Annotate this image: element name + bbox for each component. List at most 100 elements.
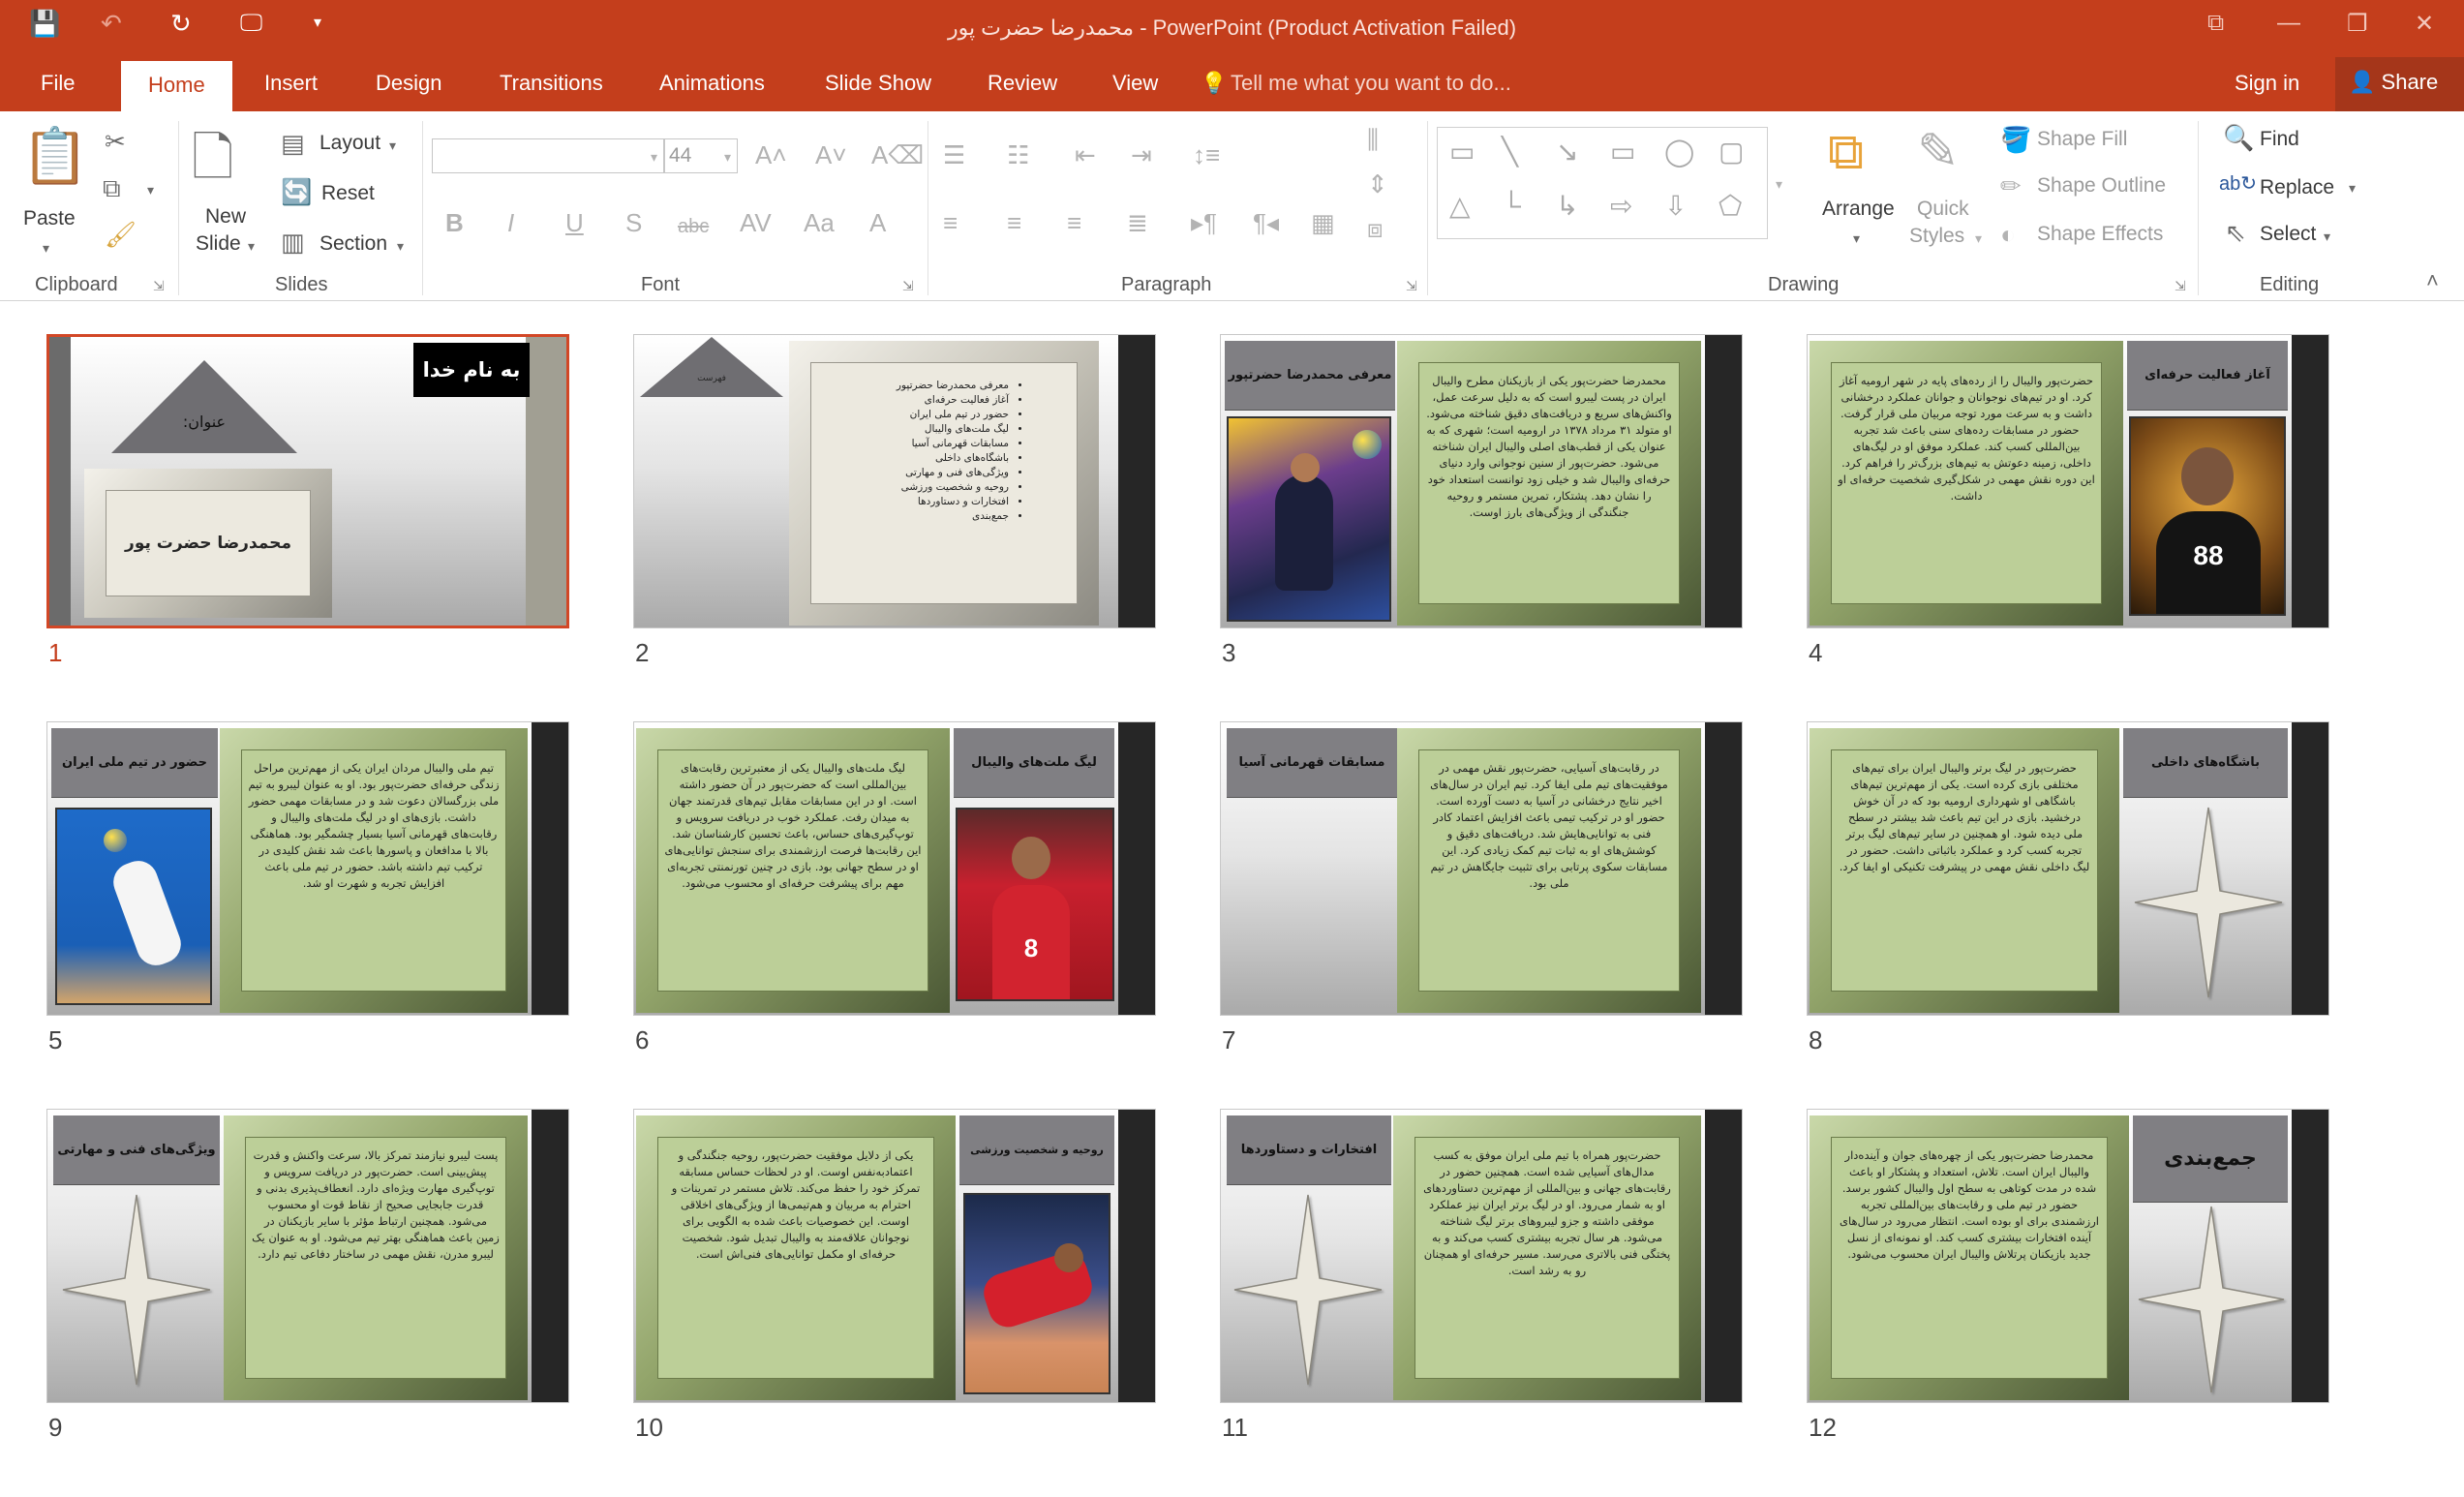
rtl-icon[interactable]: ¶◂ — [1253, 208, 1279, 237]
clipboard-launcher-icon[interactable]: ⇲ — [153, 278, 165, 294]
line-shape-icon[interactable]: ╲ — [1502, 137, 1518, 167]
new-slide-dropdown-icon[interactable]: ▾ — [248, 231, 255, 260]
strikethrough-icon[interactable]: abc — [678, 212, 709, 241]
decrease-font-icon[interactable]: A˅ — [815, 140, 847, 169]
tab-design[interactable]: Design — [376, 69, 441, 98]
elbow-arrow-icon[interactable]: ↳ — [1556, 192, 1578, 221]
align-center-icon[interactable]: ≡ — [1007, 208, 1021, 237]
section-icon[interactable]: ▥ — [281, 228, 305, 257]
shapes-gallery[interactable]: ▭ ╲ ↘ ▭ ◯ ▢ △ └ ↳ ⇨ ⇩ ⬠ — [1437, 127, 1768, 239]
arrange-dropdown-icon[interactable]: ▾ — [1853, 224, 1860, 253]
ribbon-display-icon[interactable]: ⧉ — [2207, 10, 2224, 37]
layout-button[interactable]: Layout — [319, 131, 380, 156]
select-dropdown-icon[interactable]: ▾ — [2324, 222, 2330, 251]
character-spacing-icon[interactable]: AV — [740, 208, 772, 237]
tab-slide-show[interactable]: Slide Show — [825, 69, 931, 98]
textbox-shape-icon[interactable]: ▭ — [1449, 137, 1475, 167]
shape-effects-icon[interactable]: ◐ — [2000, 220, 2016, 249]
share-button[interactable]: 👤 Share — [2335, 57, 2464, 111]
sign-in-link[interactable]: Sign in — [2235, 69, 2299, 98]
paste-button[interactable]: Paste — [23, 206, 76, 231]
minimize-icon[interactable]: — — [2277, 10, 2300, 37]
drawing-launcher-icon[interactable]: ⇲ — [2175, 278, 2186, 294]
quick-styles-button[interactable]: Quick — [1917, 197, 1969, 222]
underline-icon[interactable]: U — [565, 208, 584, 237]
slide-thumbnail-9[interactable]: ویژگی‌های فنی و مهارتی پست لیبرو نیازمند… — [46, 1109, 569, 1403]
slide-thumbnail-4[interactable]: حضرت‌پور والیبال را از رده‌های پایه در ش… — [1807, 334, 2329, 628]
slide-thumbnail-5[interactable]: حضور در تیم ملی ایران تیم ملی والیبال مر… — [46, 721, 569, 1016]
replace-dropdown-icon[interactable]: ▾ — [2349, 173, 2356, 202]
bullets-icon[interactable]: ☰ — [943, 140, 965, 169]
section-dropdown-icon[interactable]: ▾ — [397, 231, 404, 260]
tell-me-input[interactable]: Tell me what you want to do... — [1231, 69, 1511, 98]
select-button[interactable]: Select — [2260, 222, 2316, 247]
tab-review[interactable]: Review — [988, 69, 1057, 98]
close-icon[interactable]: ✕ — [2415, 10, 2434, 38]
font-color-icon[interactable]: A — [869, 208, 886, 237]
paragraph-launcher-icon[interactable]: ⇲ — [1406, 278, 1417, 294]
reset-button[interactable]: Reset — [321, 181, 375, 206]
paste-dropdown-icon[interactable]: ▾ — [43, 233, 49, 262]
section-button[interactable]: Section — [319, 231, 387, 257]
align-left-icon[interactable]: ≡ — [943, 208, 958, 237]
arrow-line-shape-icon[interactable]: ↘ — [1556, 137, 1578, 167]
align-right-icon[interactable]: ≡ — [1067, 208, 1081, 237]
triangle-shape-icon[interactable]: △ — [1449, 192, 1471, 221]
font-name-input[interactable] — [432, 138, 664, 173]
shapes-more-icon[interactable]: ▾ — [1776, 169, 1782, 199]
shape-outline-icon[interactable]: ✏ — [2000, 171, 2022, 200]
tab-view[interactable]: View — [1112, 69, 1158, 98]
select-cursor-icon[interactable]: ⇖ — [2225, 218, 2246, 247]
freeform-shape-icon[interactable]: ⬠ — [1719, 192, 1742, 221]
justify-icon[interactable]: ≣ — [1127, 208, 1148, 237]
arrange-button[interactable]: Arrange — [1822, 197, 1895, 222]
tab-transitions[interactable]: Transitions — [500, 69, 603, 98]
right-arrow-shape-icon[interactable]: ⇨ — [1610, 192, 1632, 221]
bold-icon[interactable]: B — [445, 208, 464, 237]
rectangle-shape-icon[interactable]: ▭ — [1610, 137, 1635, 167]
new-slide-icon[interactable]: 🗋 — [192, 129, 233, 187]
paste-icon[interactable]: 📋 — [21, 127, 89, 185]
tab-insert[interactable]: Insert — [264, 69, 318, 98]
clear-formatting-icon[interactable]: A⌫ — [871, 140, 924, 169]
shape-effects-button[interactable]: Shape Effects — [2037, 222, 2163, 247]
shape-outline-button[interactable]: Shape Outline — [2037, 173, 2166, 199]
shape-fill-button[interactable]: Shape Fill — [2037, 127, 2127, 152]
collapse-ribbon-icon[interactable]: ˄ — [2426, 266, 2439, 295]
tab-animations[interactable]: Animations — [659, 69, 765, 98]
quick-styles-icon[interactable]: ✎ — [1917, 123, 1960, 181]
slide-thumbnail-7[interactable]: مسابقات قهرمانی آسیا در رقابت‌های آسیایی… — [1220, 721, 1743, 1016]
quick-styles-dropdown-icon[interactable]: ▾ — [1975, 224, 1982, 253]
line-spacing-icon[interactable]: ↕≡ — [1193, 140, 1220, 169]
slide-thumbnail-8[interactable]: حضرت‌پور در لیگ برتر والیبال ایران برای … — [1807, 721, 2329, 1016]
font-launcher-icon[interactable]: ⇲ — [902, 278, 914, 294]
layout-dropdown-icon[interactable]: ▾ — [389, 131, 396, 160]
copy-icon[interactable]: ⧉ — [103, 173, 121, 202]
columns-icon[interactable]: ▦ — [1311, 208, 1335, 237]
quick-styles-label[interactable]: Styles — [1909, 224, 1964, 249]
align-text-icon[interactable]: ⇕ — [1367, 169, 1388, 199]
reset-icon[interactable]: 🔄 — [281, 177, 312, 206]
new-slide-button[interactable]: New — [205, 204, 246, 229]
font-name-dropdown-icon[interactable]: ▾ — [651, 142, 657, 171]
smartart-icon[interactable]: ⧈ — [1367, 214, 1384, 243]
new-slide-label[interactable]: Slide — [196, 231, 241, 257]
maximize-icon[interactable]: ❐ — [2347, 10, 2368, 38]
find-icon[interactable]: 🔍 — [2223, 123, 2254, 152]
slide-thumbnail-11[interactable]: افتخارات و دستاوردها حضرت‌پور همراه با ت… — [1220, 1109, 1743, 1403]
elbow-connector-icon[interactable]: └ — [1502, 192, 1521, 221]
text-shadow-icon[interactable]: S — [625, 208, 642, 237]
slide-thumbnail-6[interactable]: لیگ ملت‌های والیبال یکی از معتبرترین رقا… — [633, 721, 1156, 1016]
text-direction-icon[interactable]: ⫼ — [1367, 125, 1379, 154]
replace-button[interactable]: Replace — [2260, 175, 2334, 200]
find-button[interactable]: Find — [2260, 127, 2299, 152]
oval-shape-icon[interactable]: ◯ — [1664, 137, 1694, 167]
numbering-icon[interactable]: ☷ — [1007, 140, 1029, 169]
slide-thumbnail-3[interactable]: معرفی محمدرضا حضرتپور محمدرضا حضرت‌پور ی… — [1220, 334, 1743, 628]
change-case-icon[interactable]: Aa — [804, 208, 835, 237]
decrease-indent-icon[interactable]: ⇤ — [1075, 140, 1096, 169]
tab-home[interactable]: Home — [121, 61, 232, 111]
ltr-icon[interactable]: ▸¶ — [1191, 208, 1217, 237]
slide-thumbnail-2[interactable]: فهرست معرفی محمدرضا حضرتپور آغاز فعالیت … — [633, 334, 1156, 628]
rounded-rect-shape-icon[interactable]: ▢ — [1719, 137, 1744, 167]
